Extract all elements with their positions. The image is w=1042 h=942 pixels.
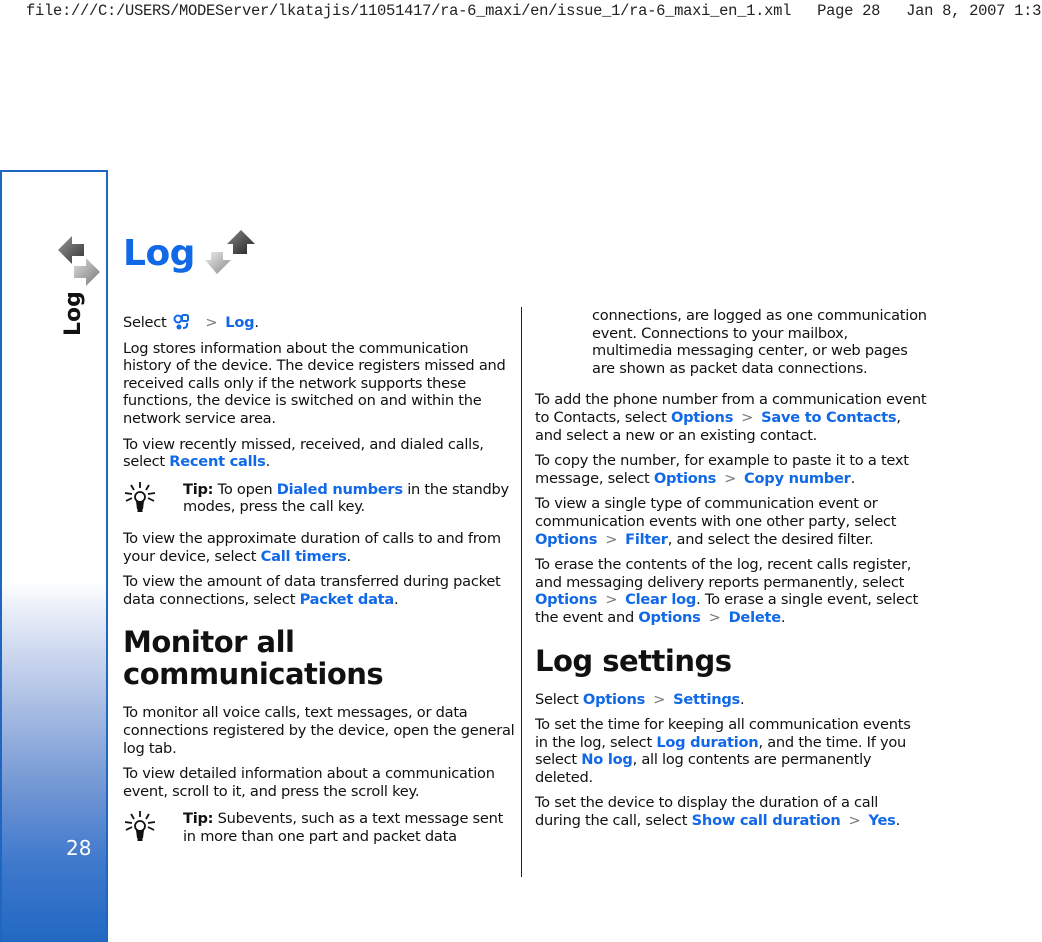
link-delete[interactable]: Delete — [729, 609, 782, 626]
link-log[interactable]: Log — [225, 314, 254, 331]
lightbulb-tip-icon — [124, 481, 156, 512]
tip-subevents-continued: connections, are logged as one communica… — [592, 307, 927, 377]
print-timestamp: Jan 8, 2007 1:39:30 PM — [906, 2, 1042, 20]
link-options[interactable]: Options — [583, 691, 645, 708]
filter-paragraph: To view a single type of communication e… — [535, 495, 897, 548]
recent-calls-paragraph: To view recently missed, received, and d… — [123, 435, 484, 471]
packet-data-paragraph: To view the amount of data transferred d… — [123, 573, 501, 608]
lightbulb-tip-icon — [124, 811, 156, 842]
link-options[interactable]: Options — [654, 470, 716, 487]
page-title-text: Log — [123, 232, 195, 274]
link-save-to-contacts[interactable]: Save to Contacts — [761, 409, 896, 426]
log-arrows-icon — [204, 230, 255, 274]
log-arrows-icon — [58, 236, 100, 286]
link-log-duration[interactable]: Log duration — [656, 734, 758, 751]
page-number: 28 — [66, 836, 92, 860]
heading-log-settings: Log settings — [535, 643, 732, 678]
intro-paragraph: Log stores information about the communi… — [123, 339, 506, 427]
link-yes[interactable]: Yes — [869, 812, 896, 829]
link-packet-data[interactable]: Packet data — [300, 591, 395, 608]
clear-log-paragraph: To erase the contents of the log, recent… — [535, 556, 918, 626]
link-filter[interactable]: Filter — [625, 531, 668, 548]
detail-paragraph: To view detailed information about a com… — [123, 765, 495, 800]
menu-key-icon — [173, 314, 189, 330]
link-options[interactable]: Options — [535, 591, 597, 608]
call-timers-paragraph: To view the approximate duration of call… — [123, 529, 501, 565]
link-options[interactable]: Options — [535, 531, 597, 548]
chapter-sidebar: Log 28 — [0, 170, 108, 942]
link-call-timers[interactable]: Call timers — [261, 548, 347, 565]
link-options[interactable]: Options — [638, 609, 700, 626]
print-header: file:///C:/USERS/MODEServer/lkatajis/110… — [26, 2, 1042, 20]
monitor-paragraph: To monitor all voice calls, text message… — [123, 704, 515, 757]
select-path: Select > Log. — [123, 314, 259, 331]
right-column: connections, are logged as one communica… — [535, 307, 927, 838]
left-column: Select > Log. Log stores information abou… — [123, 313, 515, 859]
column-divider — [521, 307, 522, 877]
separator-arrow: > — [205, 314, 218, 331]
link-copy-number[interactable]: Copy number — [744, 470, 851, 487]
page-title: Log — [123, 230, 259, 276]
link-dialed-numbers[interactable]: Dialed numbers — [277, 481, 403, 498]
link-settings[interactable]: Settings — [673, 691, 740, 708]
link-options[interactable]: Options — [671, 409, 733, 426]
link-show-call-duration[interactable]: Show call duration — [692, 812, 841, 829]
call-duration-paragraph: To set the device to display the duratio… — [535, 794, 900, 830]
heading-monitor-all-communications: Monitor all communications — [123, 625, 384, 692]
file-path: file:///C:/USERS/MODEServer/lkatajis/110… — [26, 2, 792, 20]
copy-number-paragraph: To copy the number, for example to paste… — [535, 452, 909, 487]
tip-dialed-numbers: Tip: To open Dialed numbers in the stand… — [123, 481, 515, 516]
save-contacts-paragraph: To add the phone number from a communica… — [535, 391, 927, 444]
link-no-log[interactable]: No log — [581, 751, 633, 768]
link-recent-calls[interactable]: Recent calls — [169, 453, 266, 470]
link-clear-log[interactable]: Clear log — [625, 591, 696, 608]
tip-subevents: Tip: Subevents, such as a text message s… — [123, 810, 515, 845]
chapter-label: Log — [61, 291, 86, 336]
settings-path: Select Options > Settings. — [535, 690, 745, 708]
log-duration-paragraph: To set the time for keeping all communic… — [535, 716, 911, 786]
page-indicator: Page 28 — [817, 2, 881, 20]
